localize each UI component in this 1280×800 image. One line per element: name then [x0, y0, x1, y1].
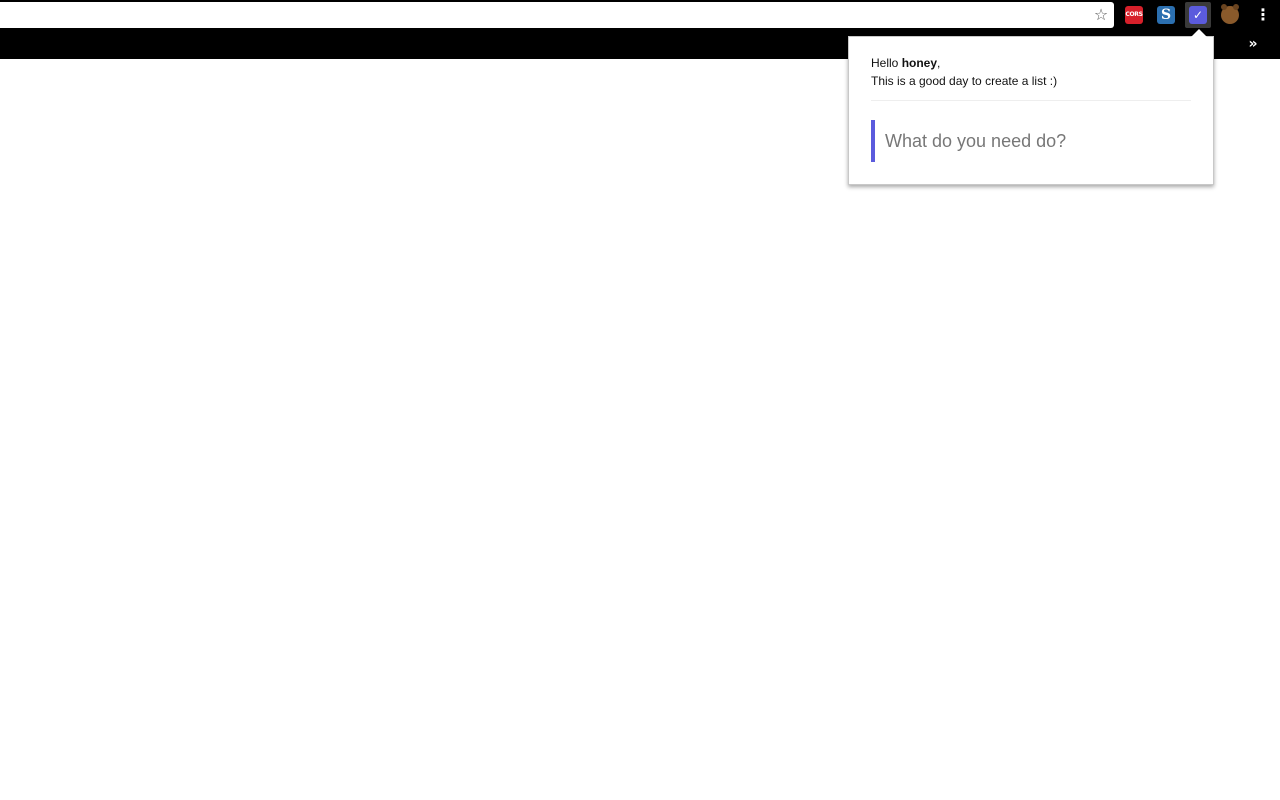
extension-popup: Hello honey, This is a good day to creat… [848, 36, 1214, 185]
s-extension-icon[interactable]: S [1157, 6, 1175, 24]
username: honey [901, 56, 938, 70]
address-bar[interactable] [0, 2, 1114, 28]
greeting-prefix: Hello [871, 56, 902, 70]
greeting-text: Hello honey, This is a good day to creat… [871, 54, 1057, 90]
todo-input[interactable] [875, 120, 1185, 162]
divider [871, 100, 1191, 101]
todo-input-wrapper [871, 120, 1195, 162]
kebab-menu-icon[interactable]: ⋮ [1254, 6, 1272, 24]
honey-extension-icon[interactable] [1221, 4, 1239, 24]
bookmark-star-icon[interactable]: ☆ [1092, 6, 1110, 24]
greeting-subtitle: This is a good day to create a list :) [871, 74, 1058, 88]
todo-extension-icon[interactable]: ✓ [1189, 6, 1207, 24]
cors-extension-icon[interactable]: CORS [1125, 6, 1143, 24]
popup-arrow [1191, 29, 1207, 37]
greeting-suffix: , [937, 56, 941, 70]
chevron-double-right-icon[interactable]: » [1244, 35, 1262, 53]
